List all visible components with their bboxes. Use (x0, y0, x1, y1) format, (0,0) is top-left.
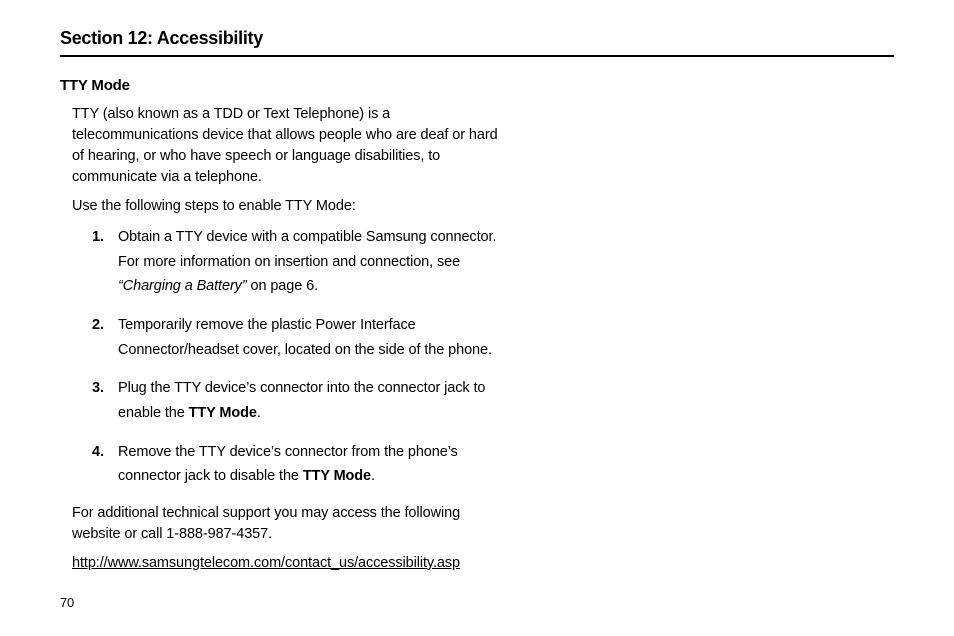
step-item: 2. Temporarily remove the plastic Power … (92, 313, 500, 362)
step-item: 1. Obtain a TTY device with a compatible… (92, 225, 500, 299)
subsection-title: TTY Mode (60, 77, 894, 94)
step-text-part: on page 6. (247, 278, 318, 294)
step-text-bold: TTY Mode (303, 468, 371, 484)
section-title: Section 12: Accessibility (60, 28, 894, 57)
step-number: 1. (92, 225, 118, 299)
step-text-part: Obtain a TTY device with a compatible Sa… (118, 229, 496, 270)
outro-paragraph: For additional technical support you may… (72, 503, 500, 545)
step-item: 4. Remove the TTY device’s connector fro… (92, 440, 500, 489)
step-text-part: Remove the TTY device’s connector from t… (118, 444, 458, 485)
step-item: 3. Plug the TTY device’s connector into … (92, 376, 500, 425)
step-text-bold: TTY Mode (189, 405, 257, 421)
step-number: 4. (92, 440, 118, 489)
step-text: Plug the TTY device’s connector into the… (118, 376, 500, 425)
step-number: 2. (92, 313, 118, 362)
step-text-part: . (371, 468, 375, 484)
step-text: Obtain a TTY device with a compatible Sa… (118, 225, 500, 299)
step-text: Remove the TTY device’s connector from t… (118, 440, 500, 489)
page-number: 70 (60, 595, 74, 610)
support-url: http://www.samsungtelecom.com/contact_us… (72, 555, 460, 571)
step-text: Temporarily remove the plastic Power Int… (118, 313, 500, 362)
intro-paragraph-2: Use the following steps to enable TTY Mo… (72, 196, 500, 217)
steps-list: 1. Obtain a TTY device with a compatible… (72, 225, 500, 489)
step-text-part: . (257, 405, 261, 421)
intro-paragraph-1: TTY (also known as a TDD or Text Telepho… (72, 104, 500, 188)
step-number: 3. (92, 376, 118, 425)
step-text-emphasis: “Charging a Battery” (118, 278, 247, 294)
content-block: TTY (also known as a TDD or Text Telepho… (60, 104, 500, 572)
step-text-part: Temporarily remove the plastic Power Int… (118, 317, 492, 358)
step-text-part: Plug the TTY device’s connector into the… (118, 380, 485, 421)
